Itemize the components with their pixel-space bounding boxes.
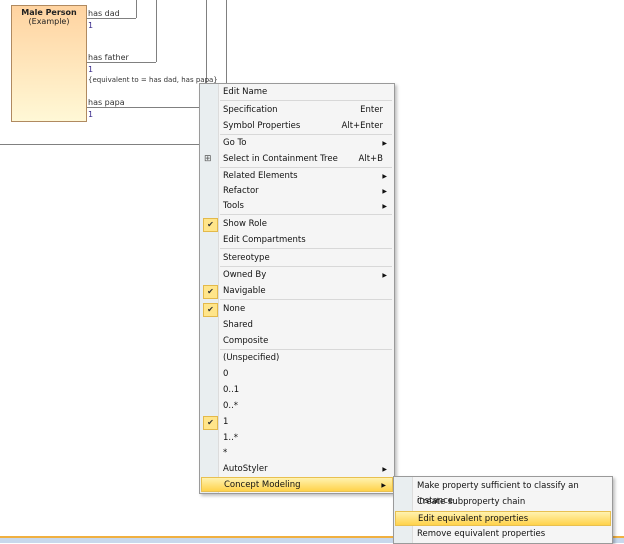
submenu-arrow-icon: ▶ — [382, 203, 387, 210]
menu-item-label: 0 — [223, 369, 229, 379]
menu-item-label: Go To — [223, 138, 247, 148]
connector-line[interactable] — [226, 0, 227, 84]
menu-item-label: 1 — [223, 417, 229, 427]
menu-item-label: Remove equivalent properties — [417, 529, 546, 539]
menu-separator — [220, 248, 392, 249]
menu-item-label: Edit Name — [223, 87, 268, 97]
class-male-person[interactable]: Male Person (Example) — [11, 5, 87, 122]
role-label[interactable]: has papa — [88, 98, 125, 107]
menu-separator — [220, 299, 392, 300]
menu-item-label: Stereotype — [223, 253, 270, 263]
menu-item-label: Select in Containment Tree — [223, 154, 338, 164]
menu-item-label: AutoStyler — [223, 464, 268, 474]
context-menu: Edit Name Specification Enter Symbol Proper… — [199, 83, 395, 494]
menu-item-specification[interactable]: Specification Enter — [201, 103, 393, 118]
menu-item-label: Tools — [223, 201, 244, 211]
checkmark-icon: ✔ — [203, 303, 218, 317]
class-name: Male Person — [21, 8, 77, 17]
menu-item-tools[interactable]: Tools ▶ — [201, 199, 393, 214]
menu-item-label: Show Role — [223, 219, 267, 229]
submenu-arrow-icon: ▶ — [382, 140, 387, 147]
menu-item-label: Owned By — [223, 270, 267, 280]
submenu-arrow-icon: ▶ — [382, 466, 387, 473]
menu-item-symbol-properties[interactable]: Symbol Properties Alt+Enter — [201, 119, 393, 134]
menu-item-edit-name[interactable]: Edit Name — [201, 85, 393, 100]
submenu-arrow-icon: ▶ — [382, 188, 387, 195]
shortcut-label: Alt+Enter — [341, 121, 383, 131]
multiplicity-label[interactable]: 1 — [88, 65, 93, 74]
menu-item-0-1[interactable]: 0..1 — [201, 383, 393, 398]
menu-item-label: Related Elements — [223, 171, 298, 181]
submenu-arrow-icon: ▶ — [381, 482, 386, 489]
menu-item-label: None — [223, 304, 246, 314]
menu-item-shared[interactable]: Shared — [201, 318, 393, 333]
menu-item-edit-compartments[interactable]: Edit Compartments — [201, 233, 393, 248]
connector-line[interactable] — [86, 107, 199, 108]
menu-item-edit-equivalent-properties[interactable]: Edit equivalent properties — [395, 511, 611, 526]
submenu-arrow-icon: ▶ — [382, 173, 387, 180]
menu-item-stereotype[interactable]: Stereotype — [201, 251, 393, 266]
menu-item-label: (Unspecified) — [223, 353, 280, 363]
checkmark-icon: ✔ — [203, 416, 218, 430]
menu-item-select-in-containment-tree[interactable]: ⊞ Select in Containment Tree Alt+B — [201, 152, 393, 167]
menu-item-label: Edit Compartments — [223, 235, 306, 245]
class-stereotype: (Example) — [28, 17, 70, 26]
menu-item-label: 0..* — [223, 401, 239, 411]
menu-item-refactor[interactable]: Refactor ▶ — [201, 184, 393, 199]
menu-item-label: Edit equivalent properties — [418, 514, 529, 524]
menu-item-label: 1..* — [223, 433, 239, 443]
connector-line[interactable] — [0, 144, 199, 145]
concept-modeling-submenu: Make property sufficient to classify an … — [393, 476, 613, 544]
menu-item-0[interactable]: 0..* — [201, 399, 393, 414]
menu-separator — [220, 349, 392, 350]
menu-item-make-property-sufficient-to-classify-an-instance[interactable]: Make property sufficient to classify an … — [395, 479, 611, 506]
connector-line[interactable] — [156, 0, 157, 62]
menu-item-label: Navigable — [223, 286, 266, 296]
role-label[interactable]: has dad — [88, 9, 120, 18]
menu-item-go-to[interactable]: Go To ▶ — [201, 136, 393, 151]
menu-item-0[interactable]: 0 — [201, 367, 393, 382]
menu-item-label: Composite — [223, 336, 269, 346]
menu-separator — [220, 167, 392, 168]
checkmark-icon: ✔ — [203, 218, 218, 232]
menu-item-unspecified[interactable]: (Unspecified) — [201, 351, 393, 366]
menu-item-owned-by[interactable]: Owned By ▶ — [201, 268, 393, 283]
menu-item-autostyler[interactable]: AutoStyler ▶ — [201, 462, 393, 477]
menu-item-none[interactable]: ✔ None — [201, 302, 393, 317]
menu-item-create-subproperty-chain[interactable]: Create subproperty chain — [395, 495, 611, 510]
connector-line[interactable] — [206, 0, 207, 84]
role-label[interactable]: has father — [88, 53, 129, 62]
submenu-arrow-icon: ▶ — [382, 272, 387, 279]
containment-tree-icon: ⊞ — [204, 154, 212, 164]
shortcut-label: Alt+B — [358, 154, 383, 164]
menu-separator — [220, 266, 392, 267]
menu-item-label: Shared — [223, 320, 253, 330]
menu-item-composite[interactable]: Composite — [201, 334, 393, 349]
menu-item-label: Refactor — [223, 186, 259, 196]
menu-separator — [220, 214, 392, 215]
menu-item-1[interactable]: ✔ 1 — [201, 415, 393, 430]
connector-line[interactable] — [86, 18, 136, 19]
menu-item-show-role[interactable]: ✔ Show Role — [201, 217, 393, 232]
menu-item-1[interactable]: 1..* — [201, 431, 393, 446]
menu-separator — [220, 100, 392, 101]
menu-item-label: Specification — [223, 105, 278, 115]
menu-item-concept-modeling[interactable]: Concept Modeling ▶ — [201, 477, 393, 492]
menu-item-remove-equivalent-properties[interactable]: Remove equivalent properties — [395, 527, 611, 542]
menu-item-label: Concept Modeling — [224, 480, 301, 490]
menu-item-label: 0..1 — [223, 385, 240, 395]
connector-line[interactable] — [86, 62, 156, 63]
checkmark-icon: ✔ — [203, 285, 218, 299]
multiplicity-label[interactable]: 1 — [88, 110, 93, 119]
menu-item-navigable[interactable]: ✔ Navigable — [201, 284, 393, 299]
menu-item-related-elements[interactable]: Related Elements ▶ — [201, 169, 393, 184]
menu-item-label: Create subproperty chain — [417, 497, 526, 507]
menu-item-label: Symbol Properties — [223, 121, 301, 131]
menu-item-star[interactable]: * — [201, 446, 393, 461]
menu-separator — [220, 134, 392, 135]
multiplicity-label[interactable]: 1 — [88, 21, 93, 30]
menu-item-label: * — [223, 448, 228, 458]
connector-line[interactable] — [136, 0, 137, 18]
shortcut-label: Enter — [360, 105, 383, 115]
